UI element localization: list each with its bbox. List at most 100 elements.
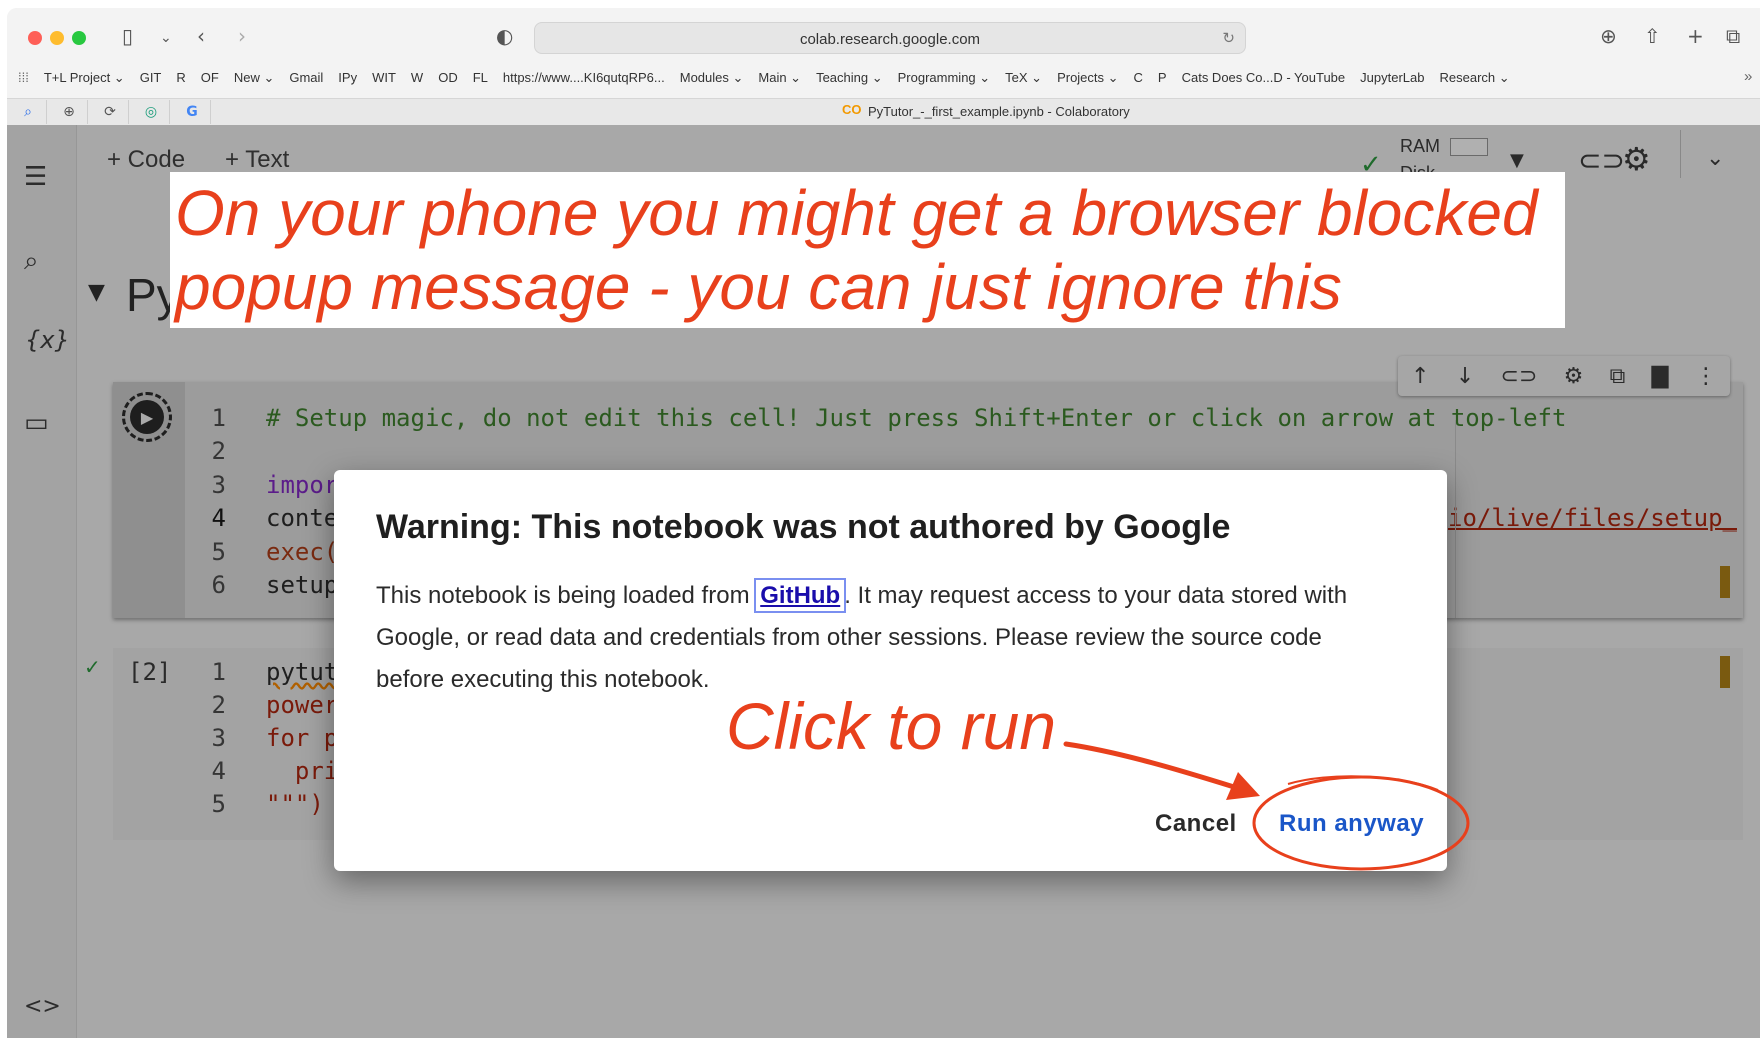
pinned-tab-google-icon[interactable]: G	[174, 100, 211, 124]
back-icon[interactable]: ‹	[197, 24, 205, 48]
bookmark-item[interactable]: C	[1134, 70, 1143, 90]
mirror-cell-icon[interactable]: ⧉	[1610, 364, 1626, 389]
line-number: 4	[211, 757, 226, 785]
ruler-line	[1455, 420, 1456, 618]
address-bar[interactable]: colab.research.google.com ↻	[534, 22, 1246, 54]
cancel-button[interactable]: Cancel	[1155, 810, 1237, 838]
link-icon[interactable]: ⊂⊃	[1578, 144, 1625, 177]
pinned-tab-openai-icon[interactable]: ⟳	[92, 100, 129, 124]
annotation-circle	[1252, 775, 1470, 871]
share-icon[interactable]: ⇧	[1644, 24, 1661, 48]
bookmark-item[interactable]: TeX ⌄	[1005, 70, 1042, 90]
code-line: pytut	[266, 658, 339, 686]
bookmark-item[interactable]: W	[411, 70, 423, 90]
bookmarks-overflow-icon[interactable]: »	[1744, 68, 1752, 85]
bookmark-item[interactable]: JupyterLab	[1360, 70, 1424, 90]
line-number: 2	[211, 437, 226, 465]
github-link[interactable]: GitHub	[754, 578, 847, 613]
section-collapse-icon[interactable]: ▼	[88, 280, 105, 305]
cell-toolbar: ↑ ↓ ⊂⊃ ⚙ ⧉ ▇ ⋮	[1398, 356, 1730, 396]
code-line: setup	[266, 571, 339, 599]
cell-settings-icon[interactable]: ⚙	[1564, 364, 1584, 389]
bookmark-item[interactable]: Modules ⌄	[680, 70, 744, 90]
chevron-down-icon[interactable]: ⌄	[160, 30, 172, 46]
bookmark-item[interactable]: IPy	[338, 70, 357, 90]
dialog-body-text: This notebook is being loaded from	[376, 582, 757, 609]
bookmark-item[interactable]: R	[176, 70, 185, 90]
toolbar-divider	[1680, 130, 1681, 178]
minimize-window-button[interactable]	[50, 31, 64, 45]
bookmark-item[interactable]: OF	[201, 70, 219, 90]
code-overflow-text: io/live/files/setup_	[1448, 504, 1737, 532]
move-cell-down-icon[interactable]: ↓	[1456, 364, 1474, 389]
code-line: """)	[266, 790, 324, 818]
add-text-button[interactable]: + Text	[225, 146, 289, 174]
line-number: 4	[211, 504, 226, 532]
line-number: 5	[211, 790, 226, 818]
bookmark-item[interactable]: Projects ⌄	[1057, 70, 1118, 90]
dialog-title: Warning: This notebook was not authored …	[376, 508, 1231, 546]
tab-overview-icon[interactable]: ⧉	[1726, 24, 1740, 48]
bookmark-item[interactable]: GIT	[140, 70, 162, 90]
code-line: for p	[266, 724, 339, 752]
table-of-contents-icon[interactable]: ☰	[24, 162, 47, 192]
collapse-header-icon[interactable]: ⌄	[1706, 146, 1724, 171]
annotation-line-2: popup message - you can just ignore this	[175, 251, 1342, 323]
line-number: 3	[211, 724, 226, 752]
add-code-button[interactable]: + Code	[107, 146, 185, 174]
new-tab-icon[interactable]: +	[1687, 24, 1704, 48]
pinned-tab-search-icon[interactable]: ⌕	[10, 100, 47, 124]
cell-link-icon[interactable]: ⊂⊃	[1501, 364, 1538, 389]
bookmark-item[interactable]: T+L Project ⌄	[44, 70, 125, 90]
line-number: 1	[211, 404, 226, 432]
forward-icon[interactable]: ›	[238, 24, 246, 48]
more-options-icon[interactable]: ⋮	[1695, 364, 1717, 389]
active-tab-title[interactable]: PyTutor_-_first_example.ipynb - Colabora…	[868, 104, 1130, 119]
sidebar-toggle-icon[interactable]: ▯	[122, 24, 133, 48]
disk-label: Disk	[1400, 163, 1435, 172]
pinned-tab-globe-icon[interactable]: ⊕	[51, 100, 88, 124]
variables-icon[interactable]: {x}	[25, 326, 70, 354]
click-to-run-annotation: Click to run	[726, 689, 1057, 763]
bookmark-item[interactable]: Main ⌄	[758, 70, 801, 90]
bookmarks-bar: ⁞⁞⁞ T+L Project ⌄ GIT R OF New ⌄ Gmail I…	[18, 70, 1525, 90]
pinned-tab-chatgpt-icon[interactable]: ◎	[133, 100, 170, 124]
run-cell-button[interactable]: ▶	[122, 392, 172, 442]
bookmark-item[interactable]: WIT	[372, 70, 396, 90]
ram-meter	[1450, 138, 1488, 156]
search-icon[interactable]: ⌕	[24, 246, 39, 277]
privacy-shield-icon[interactable]: ◐	[496, 24, 513, 48]
bookmark-item[interactable]: Research ⌄	[1439, 70, 1509, 90]
play-icon: ▶	[130, 400, 164, 434]
bookmark-item[interactable]: Cats Does Co...D - YouTube	[1182, 70, 1346, 90]
code-line: # Setup magic, do not edit this cell! Ju…	[266, 404, 1567, 432]
bookmark-item[interactable]: Teaching ⌄	[816, 70, 883, 90]
code-line: conte	[266, 504, 339, 532]
delete-cell-icon[interactable]: ▇	[1652, 364, 1669, 389]
dialog-body: This notebook is being loaded from GitHu…	[376, 575, 1396, 701]
bookmark-item[interactable]: P	[1158, 70, 1167, 90]
colab-left-sidebar	[7, 125, 77, 1038]
line-number: 6	[211, 571, 226, 599]
bookmark-item[interactable]: OD	[438, 70, 458, 90]
downloads-icon[interactable]: ⊕	[1600, 24, 1617, 48]
ram-label: RAM	[1400, 136, 1440, 156]
close-window-button[interactable]	[28, 31, 42, 45]
bookmark-item[interactable]: Gmail	[289, 70, 323, 90]
annotation-line-1: On your phone you might get a browser bl…	[175, 177, 1538, 249]
files-folder-icon[interactable]: ▭	[24, 408, 49, 438]
settings-gear-icon[interactable]: ⚙	[1622, 140, 1651, 178]
bookmark-item[interactable]: Programming ⌄	[898, 70, 991, 90]
annotation-text: On your phone you might get a browser bl…	[175, 176, 1570, 324]
code-line: impor	[266, 471, 339, 499]
bookmark-item[interactable]: FL	[473, 70, 488, 90]
reload-icon[interactable]: ↻	[1222, 29, 1235, 47]
bookmark-item[interactable]: New ⌄	[234, 70, 275, 90]
apps-grid-icon[interactable]: ⁞⁞⁞	[18, 70, 29, 90]
resources-dropdown-icon[interactable]: ▼	[1510, 150, 1524, 171]
move-cell-up-icon[interactable]: ↑	[1411, 364, 1429, 389]
code-snippets-icon[interactable]: <>	[24, 994, 61, 1019]
bookmark-item[interactable]: https://www....KI6qutqRP6...	[503, 70, 665, 90]
zoom-window-button[interactable]	[72, 31, 86, 45]
line-number: 5	[211, 538, 226, 566]
